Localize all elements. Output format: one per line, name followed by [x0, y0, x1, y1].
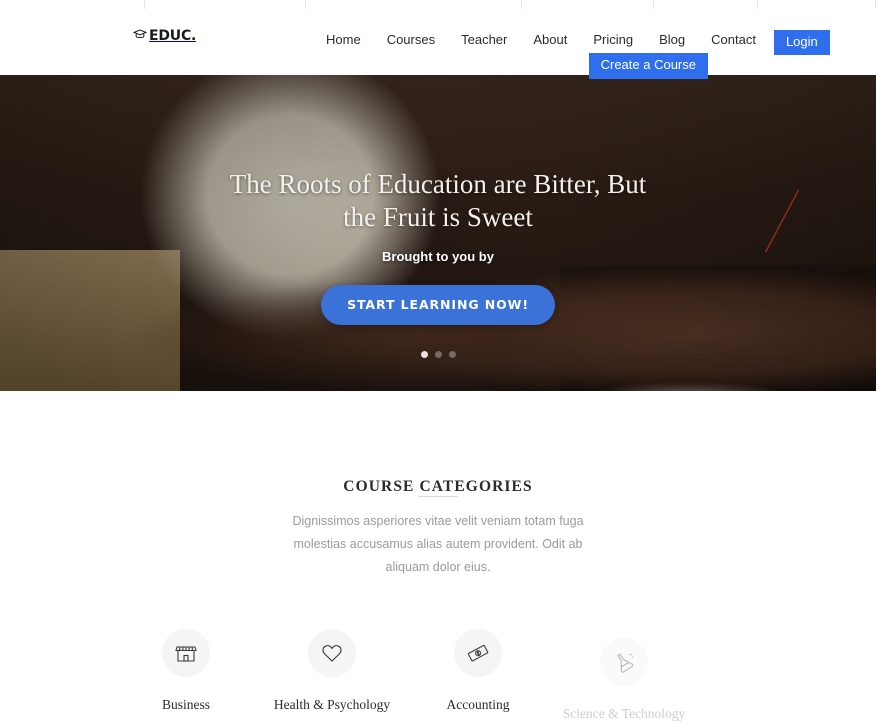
- nav-item-about[interactable]: About: [520, 30, 580, 50]
- category-label: Health & Psychology: [273, 697, 391, 712]
- heading-divider: [418, 496, 458, 497]
- carousel-dot-1[interactable]: [420, 351, 428, 358]
- site-header: EDUC. Home Courses Teacher About Pricing…: [0, 9, 876, 79]
- hero-subtitle: Brought to you by: [382, 249, 494, 264]
- browser-tab-2[interactable]: [144, 0, 307, 9]
- browser-tab-strip: [0, 0, 876, 9]
- hero-content: The Roots of Education are Bitter, But t…: [0, 75, 876, 391]
- graduation-cap-icon: [132, 27, 148, 45]
- carousel-dot-3[interactable]: [448, 351, 456, 358]
- browser-tab-5[interactable]: [654, 0, 758, 9]
- create-course-button[interactable]: Create a Course: [588, 53, 708, 79]
- nav-item-pricing[interactable]: Pricing: [580, 30, 646, 50]
- flask-icon: [600, 638, 648, 686]
- heart-icon: [308, 629, 356, 677]
- nav-item-courses[interactable]: Courses: [374, 30, 448, 50]
- categories-grid: Business Health & Psychology Accounting …: [113, 629, 773, 721]
- nav-item-teacher[interactable]: Teacher: [448, 30, 520, 50]
- categories-heading: COURSE CATEGORIES: [343, 478, 533, 495]
- main-navigation: Home Courses Teacher About Pricing Blog …: [326, 9, 830, 79]
- browser-tab-3[interactable]: [306, 0, 522, 9]
- carousel-dot-2[interactable]: [434, 351, 442, 358]
- browser-tab-4[interactable]: [521, 0, 655, 9]
- site-logo[interactable]: EDUC.: [132, 27, 197, 45]
- category-item-science-technology[interactable]: Science & Technology: [551, 638, 697, 722]
- nav-item-blog[interactable]: Blog: [646, 30, 698, 50]
- carousel-dots: [0, 351, 876, 358]
- nav-item-contact[interactable]: Contact: [698, 30, 769, 50]
- category-item-health-psychology[interactable]: Health & Psychology: [259, 629, 405, 713]
- browser-tab-6[interactable]: [757, 0, 876, 9]
- category-item-accounting[interactable]: Accounting: [405, 629, 551, 713]
- categories-description: Dignissimos asperiores vitae velit venia…: [292, 514, 584, 574]
- hero-carousel: The Roots of Education are Bitter, But t…: [0, 75, 876, 391]
- nav-links-row: Home Courses Teacher About Pricing Blog …: [326, 30, 830, 55]
- site-logo-text: EDUC.: [149, 28, 197, 44]
- nav-item-home[interactable]: Home: [326, 30, 374, 50]
- hero-title: The Roots of Education are Bitter, But t…: [229, 169, 647, 232]
- category-label: Science & Technology: [562, 706, 686, 721]
- start-learning-button[interactable]: START LEARNING NOW!: [321, 285, 555, 325]
- browser-tab-1[interactable]: [0, 0, 145, 9]
- category-label: Accounting: [446, 697, 510, 712]
- login-button[interactable]: Login: [773, 30, 830, 55]
- banknote-icon: [454, 629, 502, 677]
- course-categories-section: COURSE CATEGORIES Dignissimos asperiores…: [0, 391, 876, 721]
- shop-icon: [162, 629, 210, 677]
- category-label: Business: [161, 697, 210, 712]
- category-item-business[interactable]: Business: [113, 629, 259, 713]
